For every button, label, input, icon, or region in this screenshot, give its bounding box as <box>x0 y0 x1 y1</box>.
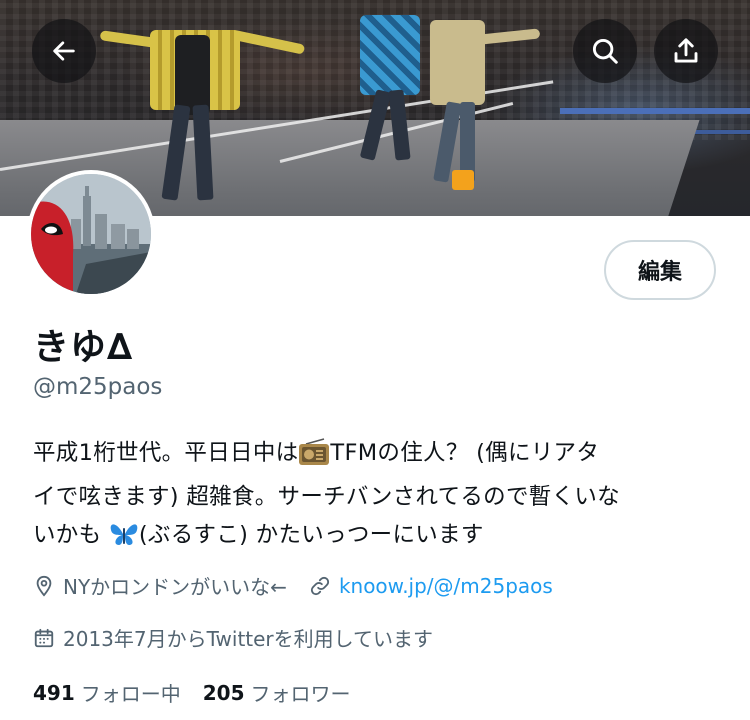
profile-avatar[interactable] <box>27 170 155 298</box>
location: NYかロンドンがいいな← <box>33 571 287 600</box>
avatar-image <box>31 174 151 294</box>
followers-label: フォロワー <box>250 682 351 706</box>
following-link[interactable]: 491 フォロー中 <box>33 678 181 707</box>
bio-text: いかも <box>33 522 109 548</box>
search-icon <box>592 38 618 64</box>
website[interactable]: knoow.jp/@/m25paos <box>309 574 553 598</box>
join-date-row: 2013年7月からTwitterを利用しています <box>33 623 433 652</box>
follow-stats: 491 フォロー中 205 フォロワー <box>33 678 351 707</box>
website-link[interactable]: knoow.jp/@/m25paos <box>339 574 553 598</box>
bio-line: いかも (ぶるすこ) かたいっつーにいます <box>33 516 723 560</box>
followers-count: 205 <box>202 680 245 705</box>
join-date-text: 2013年7月からTwitterを利用しています <box>63 627 434 651</box>
edit-profile-label: 編集 <box>637 260 682 285</box>
bio-line: 平成1桁世代。平日日中は TFMの住人？ (偶にリアタ <box>33 434 723 478</box>
profile-meta-row: NYかロンドンがいいな← knoow.jp/@/m25paos <box>33 571 553 600</box>
butterfly-icon <box>109 520 139 560</box>
following-label: フォロー中 <box>80 682 181 706</box>
location-text: NYかロンドンがいいな← <box>63 575 287 599</box>
avatar-photo <box>31 174 151 294</box>
search-button[interactable] <box>573 19 637 83</box>
link-icon <box>309 575 331 597</box>
following-count: 491 <box>33 680 75 705</box>
share-upload-icon <box>674 38 698 63</box>
calendar-icon <box>33 627 55 649</box>
user-handle: @m25paos <box>33 374 163 400</box>
share-button[interactable] <box>654 19 718 83</box>
bio-text: TFMの住人？ (偶にリアタ <box>330 440 600 466</box>
profile-bio: 平成1桁世代。平日日中は TFMの住人？ (偶にリアタ イで呟きます) 超雑食。サ… <box>33 434 723 560</box>
banner-stage-rail <box>560 108 750 114</box>
bio-line: イで呟きます) 超雑食。サーチバンされてるので暫くいな <box>33 484 620 510</box>
bio-text: (ぶるすこ) かたいっつーにいます <box>138 522 484 548</box>
location-pin-icon <box>33 575 55 597</box>
followers-link[interactable]: 205 フォロワー <box>203 678 351 707</box>
display-name: きゆ∆ <box>33 327 134 368</box>
back-button[interactable] <box>32 19 96 83</box>
radio-icon <box>298 438 330 478</box>
arrow-left-icon <box>53 41 75 61</box>
edit-profile-button[interactable]: 編集 <box>604 240 716 300</box>
bio-text: 平成1桁世代。平日日中は <box>33 440 299 466</box>
